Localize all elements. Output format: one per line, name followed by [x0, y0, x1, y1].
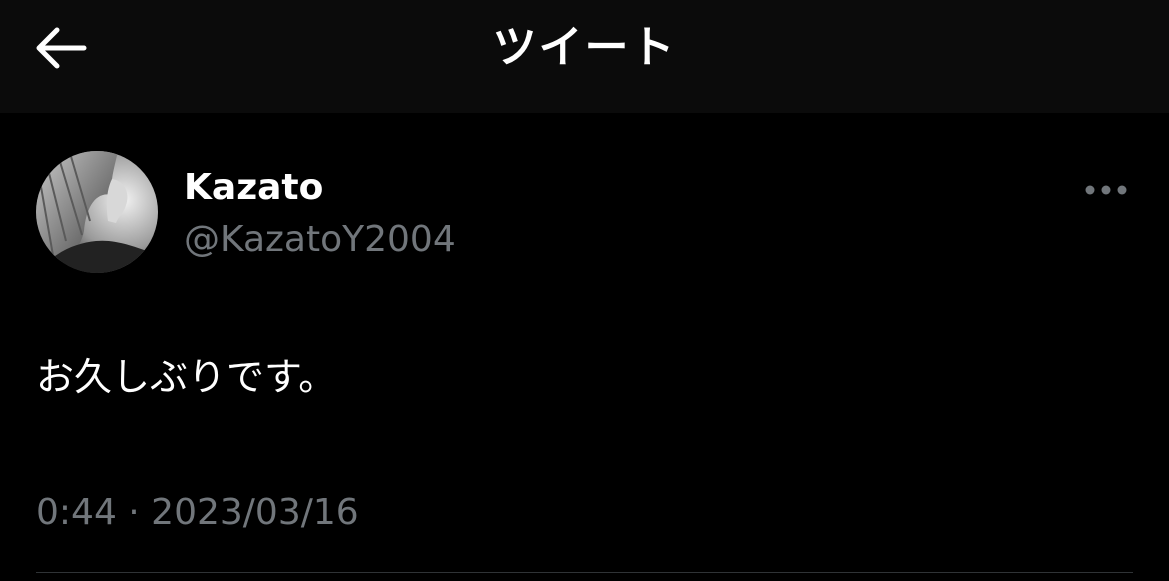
avatar[interactable]: [36, 151, 158, 273]
tweet-detail: Kazato @KazatoY2004 お久しぶりです。 0:44 · 2023…: [0, 113, 1169, 581]
tweet-timestamp[interactable]: 0:44 · 2023/03/16: [36, 489, 359, 537]
profile-photo: [36, 151, 158, 273]
top-bar: ツイート: [0, 0, 1169, 113]
author-display-name[interactable]: Kazato: [184, 165, 323, 211]
tweet-text: お久しぶりです。: [36, 355, 337, 399]
divider: [36, 572, 1133, 573]
more-dots-icon: [1085, 185, 1127, 195]
author-handle[interactable]: @KazatoY2004: [184, 217, 456, 263]
more-options-button[interactable]: [1080, 175, 1132, 205]
page-title: ツイート: [492, 22, 677, 73]
